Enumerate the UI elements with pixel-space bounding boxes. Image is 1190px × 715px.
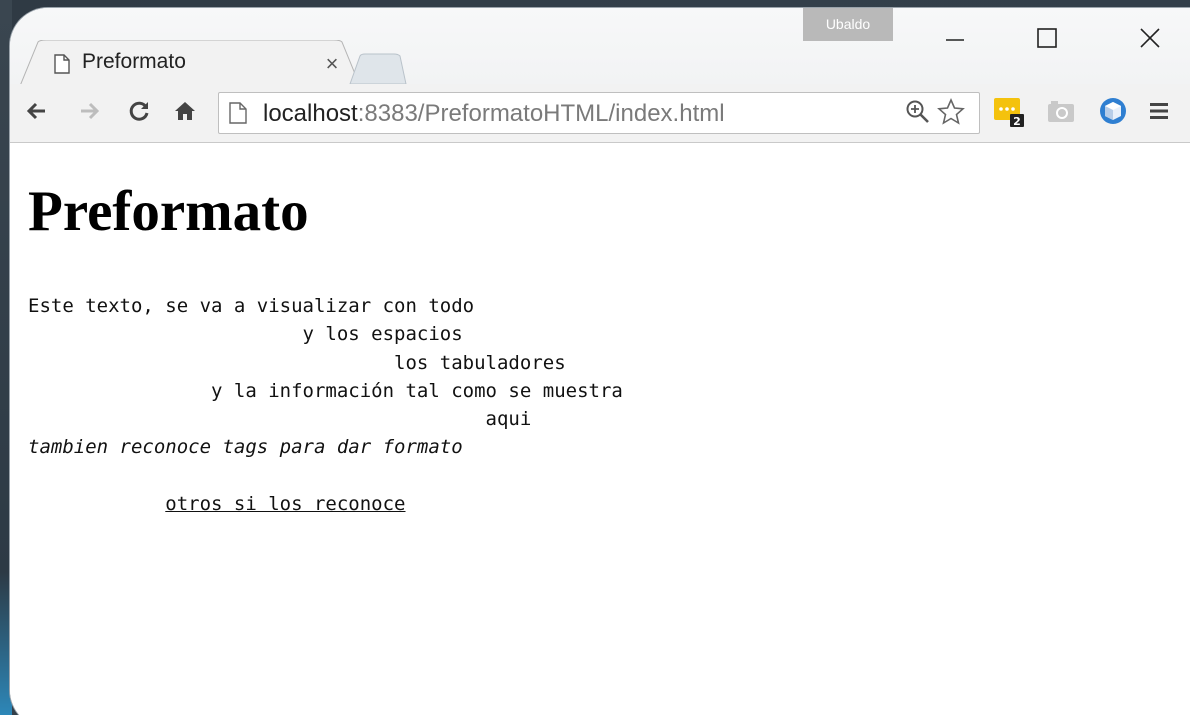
reload-button[interactable] bbox=[122, 94, 156, 128]
pre-line-4: y la información tal como se muestra bbox=[28, 379, 623, 402]
home-button[interactable] bbox=[168, 94, 202, 128]
preformatted-block: Este texto, se va a visualizar con todo … bbox=[28, 292, 623, 518]
tab-close-icon[interactable]: × bbox=[320, 51, 344, 76]
close-icon bbox=[1140, 28, 1160, 48]
back-button[interactable] bbox=[20, 94, 54, 128]
title-bar: Ubaldo Preformato × bbox=[10, 8, 1190, 86]
maximize-icon bbox=[1037, 28, 1057, 48]
extension-button-camera[interactable] bbox=[1044, 94, 1078, 128]
page-title: Preformato bbox=[28, 180, 309, 243]
menu-button[interactable] bbox=[1142, 94, 1176, 128]
url-host: localhost bbox=[263, 100, 358, 127]
tab-preformato[interactable]: Preformato × bbox=[20, 40, 360, 86]
url-path: :8383/PreformatoHTML/index.html bbox=[357, 100, 725, 127]
minimize-icon bbox=[946, 39, 964, 41]
underline-indent bbox=[28, 493, 165, 515]
extension-badge-count: 2 bbox=[1013, 115, 1021, 128]
forward-arrow-icon bbox=[81, 102, 100, 120]
camera-icon bbox=[1048, 101, 1074, 122]
url-text: localhost:8383/PreformatoHTML/index.html bbox=[263, 100, 725, 128]
new-tab-button[interactable] bbox=[348, 53, 408, 85]
maximize-button[interactable] bbox=[1017, 18, 1077, 58]
back-arrow-icon bbox=[26, 102, 45, 120]
pre-line-3: los tabuladores bbox=[28, 351, 566, 374]
pre-italic-line: tambien reconoce tags para dar formato bbox=[28, 433, 623, 461]
extension-button-messages[interactable]: 2 bbox=[992, 94, 1026, 128]
profile-badge[interactable]: Ubaldo bbox=[803, 8, 893, 41]
hamburger-menu-icon bbox=[1150, 103, 1168, 119]
italic-text: tambien reconoce tags para dar formato bbox=[28, 436, 463, 459]
forward-button[interactable] bbox=[72, 94, 106, 128]
star-icon[interactable] bbox=[937, 98, 965, 131]
pre-line-1: Este texto, se va a visualizar con todo bbox=[28, 295, 475, 317]
page-icon bbox=[229, 102, 247, 129]
browser-window: Ubaldo Preformato × localhost:8383/Prefo… bbox=[10, 8, 1190, 715]
browser-toolbar: localhost:8383/PreformatoHTML/index.html… bbox=[10, 84, 1190, 143]
pre-underline-line: otros si los reconoce bbox=[28, 490, 623, 518]
home-icon bbox=[175, 102, 195, 120]
page-icon bbox=[54, 54, 70, 79]
pre-line-5: aqui bbox=[28, 408, 532, 431]
minimize-button[interactable] bbox=[925, 18, 985, 58]
pre-blank-line bbox=[28, 462, 623, 490]
tab-shape bbox=[20, 40, 360, 86]
reload-icon bbox=[129, 101, 149, 121]
cube-icon bbox=[1100, 98, 1126, 124]
underlined-text: otros si los reconoce bbox=[165, 493, 406, 516]
chat-extension-icon: 2 bbox=[994, 98, 1024, 128]
page-content: Preformato Este texto, se va a visualiza… bbox=[10, 143, 1190, 715]
close-window-button[interactable] bbox=[1120, 18, 1180, 58]
address-bar[interactable]: localhost:8383/PreformatoHTML/index.html bbox=[218, 92, 980, 134]
pre-line-2: y los espacios bbox=[28, 323, 463, 346]
zoom-icon[interactable] bbox=[905, 99, 931, 130]
extension-button-cube[interactable] bbox=[1096, 94, 1130, 128]
tab-title: Preformato bbox=[82, 50, 186, 73]
